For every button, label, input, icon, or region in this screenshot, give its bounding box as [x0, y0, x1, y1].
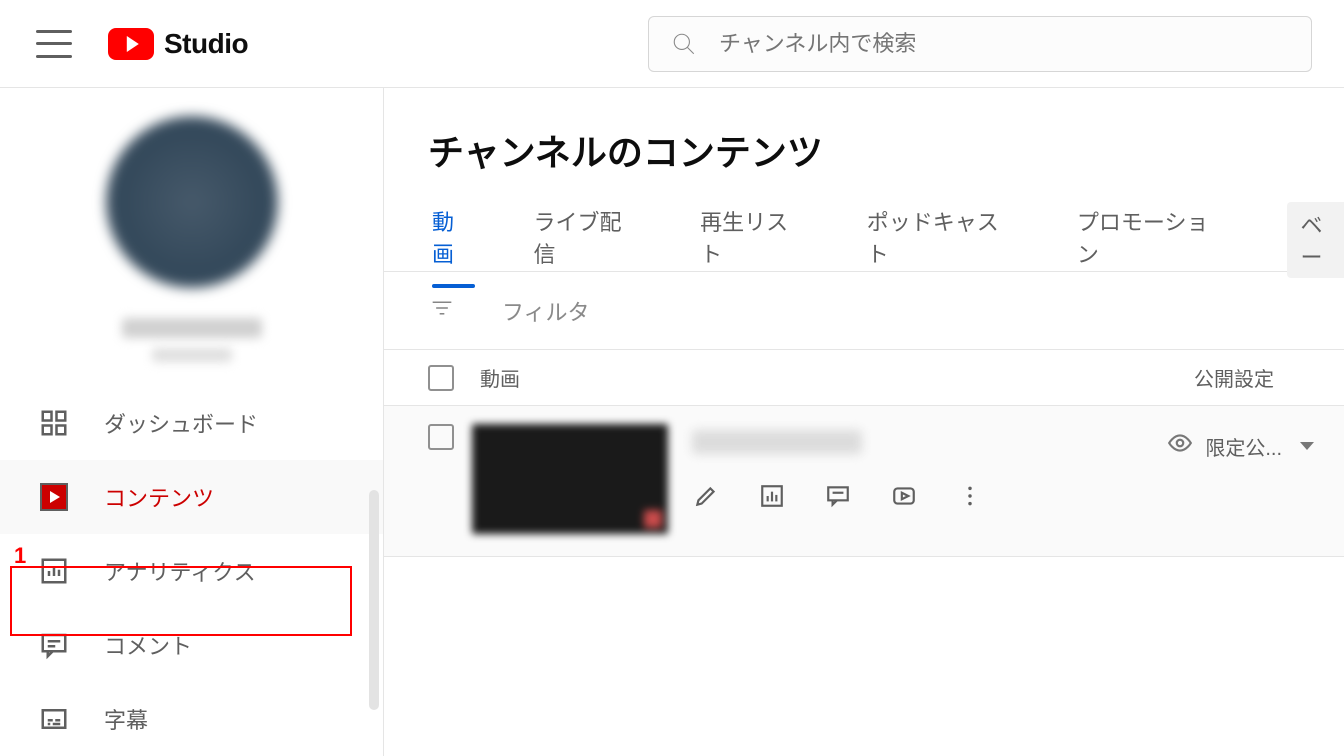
row-visibility-label: 限定公... — [1205, 432, 1282, 461]
channel-name-blur — [122, 318, 262, 338]
comments-icon[interactable] — [824, 482, 852, 510]
main: チャンネルのコンテンツ 動画 ライブ配信 再生リスト ポッドキャスト プロモーシ… — [384, 88, 1344, 756]
channel-sub-blur — [152, 348, 232, 362]
filter-icon[interactable] — [428, 294, 456, 327]
sidebar: ダッシュボード コンテンツ アナリティクス コメント — [0, 88, 384, 756]
column-header-video: 動画 — [480, 363, 520, 392]
youtube-play-icon — [108, 28, 154, 60]
video-row-actions — [692, 482, 984, 510]
dashboard-icon — [38, 407, 70, 439]
analytics-icon — [38, 555, 70, 587]
channel-card — [0, 88, 383, 362]
sidebar-item-content[interactable]: コンテンツ — [0, 460, 383, 534]
tab-videos[interactable]: 動画 — [432, 205, 475, 287]
analytics-icon[interactable] — [758, 482, 786, 510]
video-meta — [692, 424, 984, 510]
sidebar-item-analytics[interactable]: アナリティクス — [0, 534, 383, 608]
logo[interactable]: Studio — [108, 28, 248, 60]
visibility-eye-icon — [1167, 430, 1193, 462]
video-title-blur — [692, 430, 862, 454]
sidebar-item-dashboard[interactable]: ダッシュボード — [0, 386, 383, 460]
subtitles-icon — [38, 703, 70, 735]
edit-icon[interactable] — [692, 482, 720, 510]
comments-icon — [38, 629, 70, 661]
table-row[interactable]: 限定公... — [384, 406, 1344, 557]
page-title: チャンネルのコンテンツ — [384, 88, 1344, 176]
annotation-number-1: 1 — [14, 543, 26, 569]
sidebar-item-label: コンテンツ — [104, 481, 214, 513]
sidebar-item-label: アナリティクス — [104, 555, 256, 587]
avatar[interactable] — [106, 116, 278, 288]
table-header-row: 動画 公開設定 — [384, 350, 1344, 406]
topbar: Studio — [0, 0, 1344, 88]
content-icon — [38, 481, 70, 513]
search-input[interactable] — [719, 31, 1289, 57]
tab-promotions[interactable]: プロモーション — [1077, 205, 1229, 287]
tab-playlists[interactable]: 再生リスト — [700, 205, 809, 287]
tab-live[interactable]: ライブ配信 — [533, 205, 642, 287]
sidebar-item-label: コメント — [104, 629, 192, 661]
column-header-visibility: 公開設定 — [1194, 363, 1344, 392]
video-thumbnail[interactable] — [472, 424, 668, 534]
sidebar-item-label: 字幕 — [104, 703, 148, 735]
select-all-checkbox[interactable] — [428, 365, 454, 391]
filter-label[interactable]: フィルタ — [502, 295, 590, 327]
sidebar-item-label: ダッシュボード — [104, 407, 258, 439]
row-checkbox[interactable] — [428, 424, 454, 450]
watch-on-youtube-icon[interactable] — [890, 482, 918, 510]
hamburger-menu-button[interactable] — [36, 30, 72, 58]
sidebar-nav: ダッシュボード コンテンツ アナリティクス コメント — [0, 386, 383, 756]
tabs: 動画 ライブ配信 再生リスト ポッドキャスト プロモーション ベー — [384, 176, 1344, 272]
sidebar-scrollbar[interactable] — [369, 490, 379, 710]
search-wrap — [648, 16, 1312, 72]
row-visibility-cell[interactable]: 限定公... — [1167, 430, 1314, 462]
more-options-icon[interactable] — [956, 482, 984, 510]
sidebar-item-comments[interactable]: コメント — [0, 608, 383, 682]
tab-podcasts[interactable]: ポッドキャスト — [867, 205, 1019, 287]
search-icon — [671, 31, 697, 57]
logo-text: Studio — [164, 28, 248, 60]
chevron-down-icon — [1300, 442, 1314, 450]
search-box[interactable] — [648, 16, 1312, 72]
tab-extra[interactable]: ベー — [1287, 202, 1344, 278]
sidebar-item-subtitles[interactable]: 字幕 — [0, 682, 383, 756]
